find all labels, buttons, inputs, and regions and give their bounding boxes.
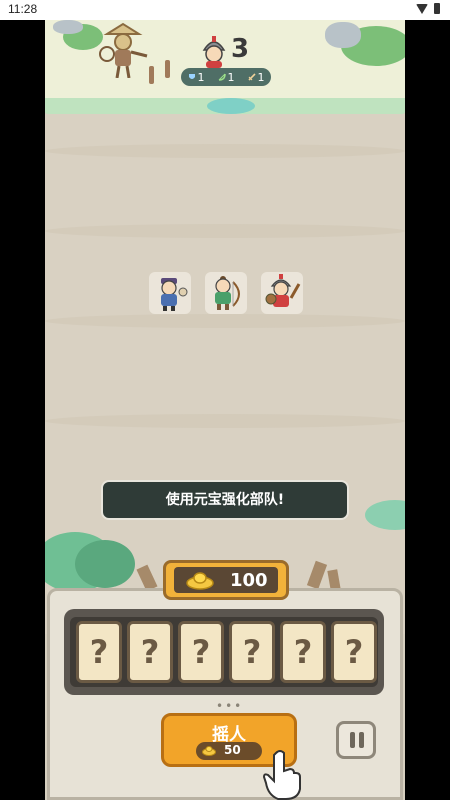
recruit-slot[interactable]: ? xyxy=(127,621,173,683)
gold-ingot-icon xyxy=(186,572,214,590)
bush-decoration xyxy=(75,540,135,588)
recruit-slot[interactable]: ? xyxy=(76,621,122,683)
stake xyxy=(165,60,170,78)
warrior-icon xyxy=(265,274,301,307)
status-icons xyxy=(416,3,440,14)
shield-icon xyxy=(188,74,195,79)
gold-counter: 100 xyxy=(163,560,289,600)
slot-divider-dots: ••• xyxy=(216,699,244,713)
gold-counter-inner: 100 xyxy=(174,567,278,593)
status-time: 11:28 xyxy=(8,2,38,16)
recruit-slot[interactable]: ? xyxy=(178,621,224,683)
gold-ingot-icon xyxy=(202,746,216,756)
unit-card-warrior[interactable] xyxy=(261,272,303,314)
hint-toast: 使用元宝强化部队! xyxy=(101,480,349,520)
scarecrow-enemy-icon xyxy=(99,22,148,78)
recruit-slot[interactable]: ? xyxy=(331,621,377,683)
gold-value: 100 xyxy=(230,570,268,591)
bow-icon xyxy=(218,73,226,81)
slot-rail-inner: ? ? ? ? ? ? xyxy=(70,617,378,687)
pause-button[interactable] xyxy=(336,721,376,759)
recruit-cost: 50 xyxy=(196,742,262,760)
recruit-slot[interactable]: ? xyxy=(229,621,275,683)
tutorial-hand-icon xyxy=(262,750,301,800)
enemy-soldier-icon xyxy=(202,36,226,68)
puddle xyxy=(207,98,255,114)
enemy-stats-bar: 1 1 1 xyxy=(181,68,271,86)
recruit-cost-value: 50 xyxy=(224,743,241,757)
archer-icon xyxy=(215,276,240,310)
recruit-panel: ? ? ? ? ? ? ••• 摇人 50 xyxy=(47,588,403,800)
bandit-icon xyxy=(161,278,188,311)
slot-rail: ? ? ? ? ? ? xyxy=(64,609,384,695)
sword-icon xyxy=(247,73,256,81)
status-bar: 11:28 xyxy=(0,0,450,20)
rock-decoration xyxy=(53,20,83,34)
rock-decoration xyxy=(325,22,361,48)
stake xyxy=(149,66,154,84)
enemy-stat-bow: 1 xyxy=(218,71,235,84)
enemy-stat-shield: 1 xyxy=(188,71,205,84)
unit-card-archer[interactable] xyxy=(205,272,247,314)
enemy-count: 3 xyxy=(231,34,250,64)
game-canvas[interactable]: 3 1 1 1 使用元宝强化部队! ? ? ? ? ? ? ••• 摇人 50 … xyxy=(45,20,405,800)
wifi-icon xyxy=(416,3,428,14)
unit-card-bandit[interactable] xyxy=(149,272,191,314)
pause-icon xyxy=(350,732,355,748)
battery-icon xyxy=(434,3,440,14)
pause-icon xyxy=(359,732,364,748)
recruit-slot[interactable]: ? xyxy=(280,621,326,683)
enemy-stat-sword: 1 xyxy=(247,71,265,84)
